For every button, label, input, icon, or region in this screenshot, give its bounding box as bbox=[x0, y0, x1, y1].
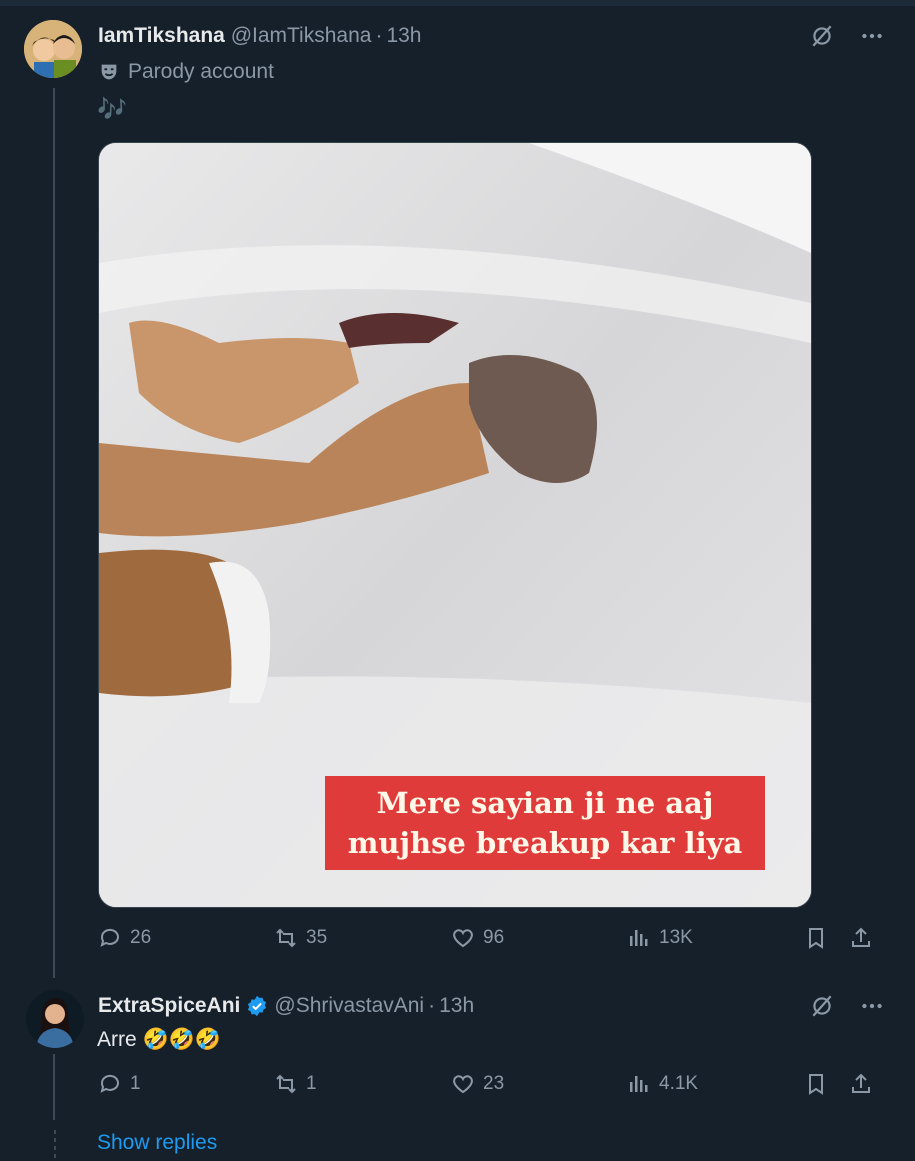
share-button[interactable] bbox=[849, 926, 873, 950]
share-button[interactable] bbox=[849, 1072, 873, 1096]
retweet-button[interactable]: 35 bbox=[274, 926, 327, 950]
thread-dotted-line bbox=[54, 1130, 56, 1161]
retweet-count: 1 bbox=[306, 1073, 317, 1094]
tweet-header: IamTikshana @IamTikshana · 13h bbox=[98, 24, 422, 48]
tweet-video[interactable]: Mere sayian ji ne aaj mujhse breakup kar… bbox=[98, 142, 812, 908]
views-icon bbox=[630, 1076, 648, 1092]
author-handle[interactable]: @ShrivastavAni bbox=[274, 994, 424, 1018]
mask-icon bbox=[101, 64, 117, 80]
bookmark-icon bbox=[809, 928, 823, 949]
reply-icon bbox=[100, 1074, 119, 1093]
reply-button[interactable]: 1 bbox=[98, 1072, 141, 1096]
caption-line-1: Mere sayian ji ne aaj bbox=[376, 786, 714, 820]
tweet-main[interactable]: IamTikshana @IamTikshana · 13h Parody acco… bbox=[0, 0, 915, 980]
tweet-actions: 1 1 23 4.1K bbox=[98, 1072, 878, 1106]
parody-label: Parody account bbox=[98, 60, 274, 84]
views-count: 4.1K bbox=[659, 1073, 699, 1094]
tweet-text: 🎶 bbox=[97, 96, 127, 123]
reply-button[interactable]: 26 bbox=[98, 926, 151, 950]
verified-badge-icon bbox=[248, 995, 267, 1017]
bookmark-button[interactable] bbox=[804, 1072, 828, 1096]
grok-icon[interactable] bbox=[808, 22, 836, 50]
bookmark-button[interactable] bbox=[804, 926, 828, 950]
like-button[interactable]: 96 bbox=[451, 926, 504, 950]
timestamp[interactable]: 13h bbox=[439, 994, 474, 1018]
thread-line bbox=[53, 88, 55, 978]
video-caption: Mere sayian ji ne aaj mujhse breakup kar… bbox=[325, 776, 765, 870]
share-icon bbox=[852, 1073, 870, 1093]
more-options-icon[interactable] bbox=[858, 992, 886, 1020]
views-button[interactable]: 4.1K bbox=[627, 1072, 698, 1096]
avatar-photo bbox=[26, 990, 84, 1048]
parody-text: Parody account bbox=[128, 60, 274, 83]
separator-dot: · bbox=[428, 994, 436, 1017]
avatar[interactable] bbox=[26, 990, 84, 1048]
like-button[interactable]: 23 bbox=[451, 1072, 504, 1096]
caption-line-2: mujhse breakup kar liya bbox=[347, 826, 743, 860]
heart-icon bbox=[453, 929, 473, 948]
tweet-top-actions bbox=[808, 992, 886, 1020]
tweet-text: Arre 🤣🤣🤣 bbox=[97, 1028, 221, 1051]
thread-line bbox=[53, 1054, 55, 1120]
grok-icon[interactable] bbox=[808, 992, 836, 1020]
retweet-button[interactable]: 1 bbox=[274, 1072, 317, 1096]
views-icon bbox=[630, 930, 648, 946]
share-icon bbox=[852, 927, 870, 947]
avatar-illustration bbox=[24, 20, 82, 78]
tweet-actions: 26 35 96 13K bbox=[98, 926, 878, 960]
avatar[interactable] bbox=[24, 20, 82, 78]
show-replies-link[interactable]: Show replies bbox=[97, 1131, 217, 1155]
bookmark-icon bbox=[809, 1074, 823, 1095]
tweet-header: ExtraSpiceAni @ShrivastavAni · 13h bbox=[98, 994, 474, 1018]
tweet-reply[interactable]: ExtraSpiceAni @ShrivastavAni · 13h Arre 🤣🤣… bbox=[0, 980, 915, 1130]
timestamp[interactable]: 13h bbox=[386, 24, 421, 47]
views-count: 13K bbox=[659, 927, 693, 948]
author-name[interactable]: IamTikshana bbox=[98, 24, 225, 47]
reply-count: 1 bbox=[130, 1073, 141, 1094]
retweet-count: 35 bbox=[306, 927, 328, 948]
separator-dot: · bbox=[375, 24, 383, 47]
author-name[interactable]: ExtraSpiceAni bbox=[98, 994, 240, 1018]
more-options-icon[interactable] bbox=[858, 22, 886, 50]
retweet-icon bbox=[276, 1074, 296, 1094]
author-handle[interactable]: @IamTikshana bbox=[231, 24, 372, 47]
reply-count: 26 bbox=[130, 927, 152, 948]
reply-icon bbox=[100, 928, 119, 947]
like-count: 23 bbox=[483, 1073, 505, 1094]
views-button[interactable]: 13K bbox=[627, 926, 693, 950]
tweet-top-actions bbox=[808, 22, 886, 50]
like-count: 96 bbox=[483, 927, 505, 948]
retweet-icon bbox=[276, 928, 296, 948]
heart-icon bbox=[453, 1075, 473, 1094]
